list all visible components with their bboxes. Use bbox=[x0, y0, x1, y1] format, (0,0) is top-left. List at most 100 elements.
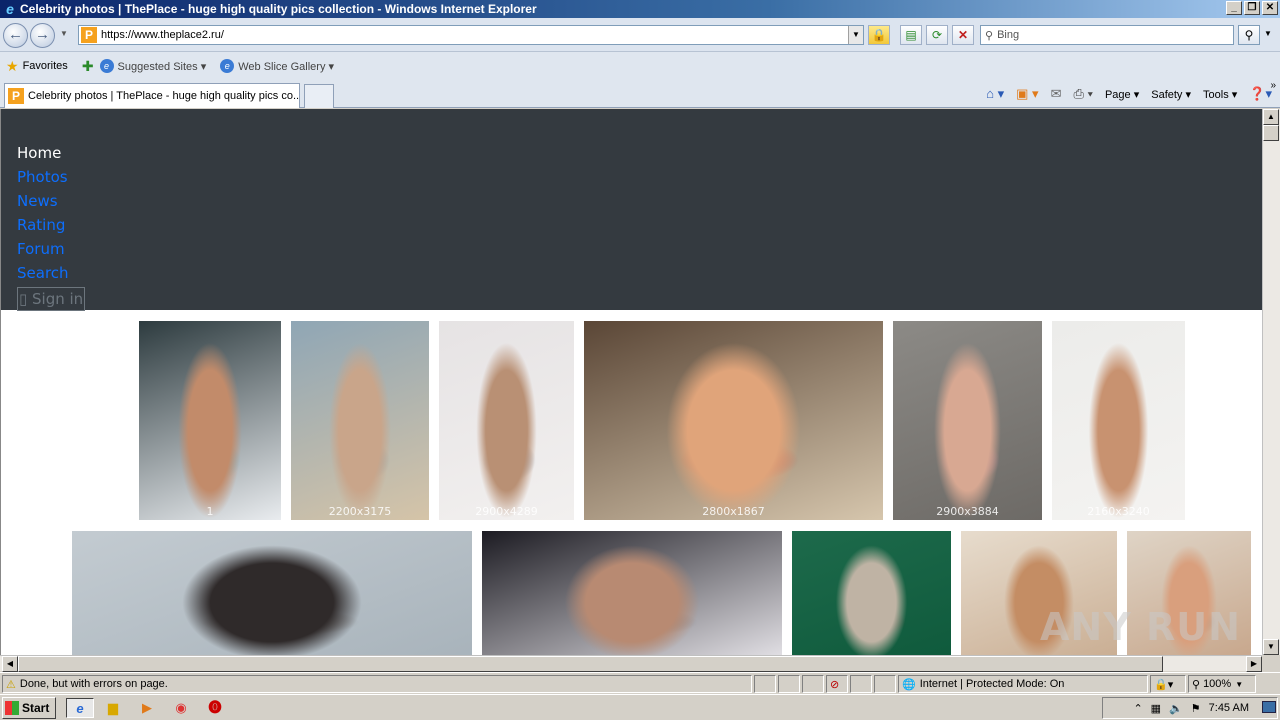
recent-pages-dropdown-icon[interactable]: ▼ bbox=[60, 29, 68, 38]
home-icon[interactable]: ⌂ ▾ bbox=[986, 86, 1004, 102]
chrome-taskbar-icon[interactable]: ◉ bbox=[170, 698, 192, 718]
status-panel bbox=[850, 675, 872, 693]
refresh-icon[interactable]: ⟳ bbox=[926, 25, 948, 45]
web-slice-gallery-link[interactable]: e Web Slice Gallery ▾ bbox=[220, 59, 334, 73]
command-bar: ⌂ ▾ ▣ ▾ ✉ ⎙ ▾ Page ▾ Safety ▾ Tools ▾ ❓▾ bbox=[986, 86, 1272, 102]
chevron-more-icon[interactable]: » bbox=[1270, 80, 1276, 91]
help-icon[interactable]: ❓▾ bbox=[1249, 86, 1272, 102]
horizontal-scrollbar[interactable]: ◀ ▶ bbox=[0, 655, 1262, 672]
nav-search[interactable]: Search bbox=[17, 261, 1262, 285]
opera-taskbar-icon[interactable]: ⓿ bbox=[204, 698, 226, 718]
minimize-button[interactable]: _ bbox=[1226, 1, 1242, 15]
system-tray: ⌃ ▦ 🔈 ⚑ 7:45 AM bbox=[1102, 697, 1278, 719]
status-panel bbox=[802, 675, 824, 693]
status-panel bbox=[754, 675, 776, 693]
horizontal-scroll-thumb[interactable] bbox=[18, 656, 1163, 672]
search-options-icon[interactable]: ▼ bbox=[1264, 29, 1272, 38]
status-message[interactable]: ⚠ Done, but with errors on page. bbox=[2, 675, 752, 693]
protected-mode-icon[interactable]: 🔒▾ bbox=[1150, 675, 1186, 693]
page-menu[interactable]: Page ▾ bbox=[1105, 88, 1139, 101]
print-icon[interactable]: ⎙ ▾ bbox=[1073, 86, 1092, 102]
photo-thumbnail[interactable]: 2200x3175 bbox=[291, 321, 429, 520]
compatibility-view-icon[interactable]: ▤ bbox=[900, 25, 922, 45]
add-favorite-icon[interactable]: ✚ bbox=[82, 58, 94, 75]
photo-dimensions: 2900x3884 bbox=[936, 505, 999, 518]
zone-text: Internet | Protected Mode: On bbox=[919, 678, 1065, 690]
stop-icon[interactable]: ✕ bbox=[952, 25, 974, 45]
search-button[interactable]: ⚲ bbox=[1238, 25, 1260, 45]
photo-thumbnail[interactable]: 2900x4289 bbox=[439, 321, 574, 520]
zoom-control[interactable]: ⚲ 100% ▼ bbox=[1188, 675, 1256, 693]
read-mail-icon[interactable]: ✉ bbox=[1051, 86, 1062, 102]
scroll-up-icon[interactable]: ▲ bbox=[1263, 109, 1279, 125]
windows-logo-icon bbox=[5, 701, 19, 715]
feeds-icon[interactable]: ▣ ▾ bbox=[1016, 86, 1038, 102]
photo-thumbnail[interactable]: 2900x3884 bbox=[893, 321, 1042, 520]
favorites-button[interactable]: Favorites bbox=[23, 60, 68, 72]
suggested-sites-link[interactable]: e Suggested Sites ▾ bbox=[99, 59, 207, 73]
site-navbar: Home Photos News Rating Forum Search ▯ S… bbox=[1, 109, 1262, 311]
search-input[interactable]: ⚲ Bing bbox=[980, 25, 1234, 45]
window-title: Celebrity photos | ThePlace - huge high … bbox=[20, 2, 537, 16]
nav-rating[interactable]: Rating bbox=[17, 213, 1262, 237]
tray-expand-icon[interactable]: ⌃ bbox=[1133, 702, 1142, 715]
show-desktop-icon[interactable] bbox=[1262, 701, 1276, 713]
media-player-taskbar-icon[interactable]: ▶ bbox=[136, 698, 158, 718]
photo-thumbnail[interactable] bbox=[72, 531, 472, 655]
photo-dimensions: 2800x1867 bbox=[702, 505, 765, 518]
clock[interactable]: 7:45 AM bbox=[1209, 702, 1249, 714]
vertical-scrollbar[interactable]: ▲ ▼ bbox=[1262, 109, 1280, 655]
status-text: Done, but with errors on page. bbox=[19, 678, 168, 690]
tools-menu[interactable]: Tools ▾ bbox=[1203, 88, 1237, 101]
forward-button[interactable]: → bbox=[30, 23, 55, 48]
address-bar[interactable]: P https://www.theplace2.ru/ ▼ bbox=[78, 25, 864, 45]
tab-title: Celebrity photos | ThePlace - huge high … bbox=[28, 90, 300, 102]
safety-menu[interactable]: Safety ▾ bbox=[1151, 88, 1191, 101]
photo-thumbnail[interactable]: 2800x1867 bbox=[584, 321, 883, 520]
security-zone[interactable]: 🌐 Internet | Protected Mode: On bbox=[898, 675, 1148, 693]
window-titlebar: e Celebrity photos | ThePlace - huge hig… bbox=[0, 0, 1280, 18]
ie-taskbar-icon[interactable]: e bbox=[66, 698, 94, 718]
back-button[interactable]: ← bbox=[3, 23, 28, 48]
action-center-flag-icon[interactable]: ⚑ bbox=[1191, 702, 1201, 715]
sign-in-button[interactable]: ▯ Sign in bbox=[17, 287, 86, 311]
restore-button[interactable]: ❐ bbox=[1244, 1, 1260, 15]
anyrun-watermark: ANY RUN bbox=[1040, 605, 1241, 649]
tab-theplace[interactable]: P Celebrity photos | ThePlace - huge hig… bbox=[4, 83, 300, 108]
site-favicon-icon: P bbox=[81, 27, 97, 43]
globe-icon: 🌐 bbox=[902, 678, 916, 691]
address-url: https://www.theplace2.ru/ bbox=[101, 29, 224, 41]
explorer-taskbar-icon[interactable]: ▆ bbox=[102, 698, 124, 718]
photo-thumbnail[interactable] bbox=[792, 531, 951, 655]
zoom-dropdown-icon[interactable]: ▼ bbox=[1235, 680, 1243, 689]
photo-thumbnail[interactable]: 2160x3240 bbox=[1052, 321, 1185, 520]
nav-news[interactable]: News bbox=[17, 189, 1262, 213]
network-icon[interactable]: ▦ bbox=[1151, 702, 1161, 715]
security-lock-icon[interactable]: 🔒 bbox=[868, 25, 890, 45]
privacy-icon[interactable]: ⊘ bbox=[826, 675, 848, 693]
nav-home[interactable]: Home bbox=[17, 141, 1262, 165]
scroll-thumb[interactable] bbox=[1263, 125, 1279, 141]
address-toolbar: ← → ▼ P https://www.theplace2.ru/ ▼ 🔒 ▤ … bbox=[0, 18, 1280, 52]
zoom-level: 100% bbox=[1203, 678, 1232, 690]
address-dropdown-icon[interactable]: ▼ bbox=[848, 26, 863, 44]
nav-forum[interactable]: Forum bbox=[17, 237, 1262, 261]
ie-page-icon: e bbox=[220, 59, 235, 73]
scroll-down-icon[interactable]: ▼ bbox=[1263, 639, 1279, 655]
favorites-star-icon[interactable]: ★ bbox=[6, 58, 19, 75]
suggested-sites-label: Suggested Sites ▾ bbox=[117, 60, 207, 73]
close-button[interactable]: ✕ bbox=[1262, 1, 1278, 15]
ie-logo-icon: e bbox=[6, 1, 14, 17]
search-icon: ⚲ bbox=[985, 29, 994, 42]
search-placeholder: Bing bbox=[997, 29, 1020, 41]
scroll-right-icon[interactable]: ▶ bbox=[1246, 656, 1262, 672]
photo-thumbnail[interactable] bbox=[482, 531, 782, 655]
start-button[interactable]: Start bbox=[2, 697, 56, 719]
nav-photos[interactable]: Photos bbox=[17, 165, 1262, 189]
scroll-left-icon[interactable]: ◀ bbox=[2, 656, 18, 672]
volume-icon[interactable]: 🔈 bbox=[1169, 702, 1183, 715]
warning-icon[interactable]: ⚠ bbox=[6, 678, 16, 691]
new-tab-button[interactable] bbox=[304, 84, 334, 108]
favorites-bar: ★ Favorites ✚ e Suggested Sites ▾ e Web … bbox=[0, 52, 1280, 80]
photo-thumbnail[interactable]: 1 bbox=[139, 321, 281, 520]
